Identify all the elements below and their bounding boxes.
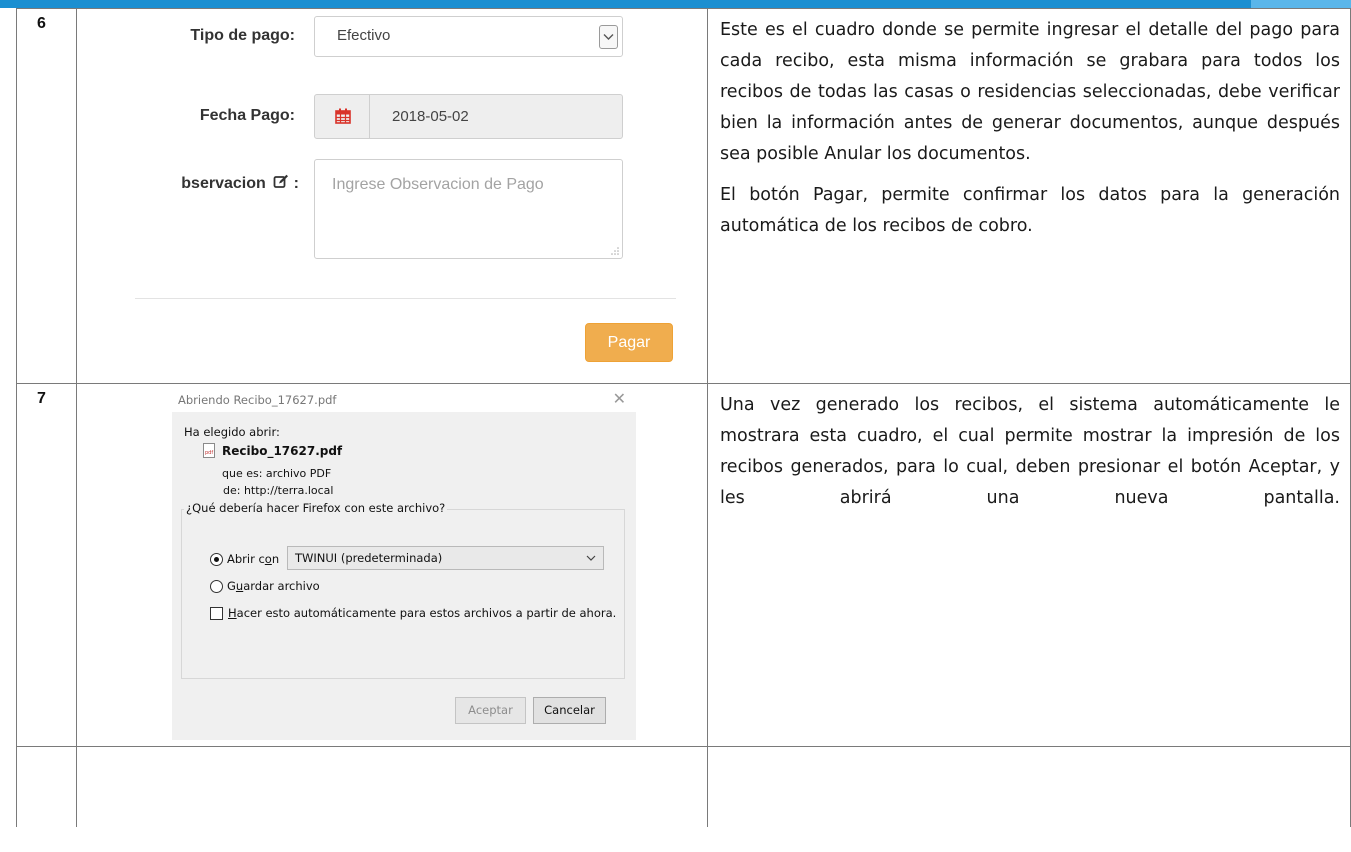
file-name: Recibo_17627.pdf xyxy=(222,444,343,458)
document-table: 6 Tipo de pago: Efectivo Fecha Pago: 201… xyxy=(16,8,1351,827)
row-number xyxy=(16,746,77,827)
payment-form: Tipo de pago: Efectivo Fecha Pago: 2018-… xyxy=(77,9,708,384)
chevron-down-icon[interactable] xyxy=(599,25,618,49)
description-paragraph: Este es el cuadro donde se permite ingre… xyxy=(720,20,1340,164)
dialog-titlebar: Abriendo Recibo_17627.pdf ✕ xyxy=(172,388,636,412)
action-group xyxy=(181,509,625,679)
edit-icon xyxy=(273,174,289,188)
app-select[interactable]: TWINUI (predeterminada) xyxy=(287,546,604,570)
description-cell: Una vez generado los recibos, el sistema… xyxy=(707,383,1351,747)
save-file-radio[interactable] xyxy=(210,580,223,593)
screenshot-cell xyxy=(76,746,708,827)
table-row: 7 Abriendo Recibo_17627.pdf ✕ Ha elegido… xyxy=(16,383,1351,747)
description-paragraph: El botón Pagar, permite confirmar los da… xyxy=(720,185,1340,236)
accept-button[interactable]: Aceptar xyxy=(455,697,526,724)
fecha-pago-value: 2018-05-02 xyxy=(392,108,469,125)
observacion-textarea[interactable]: Ingrese Observacion de Pago xyxy=(314,159,623,259)
file-type: que es: archivo PDF xyxy=(222,467,332,480)
fecha-pago-field[interactable]: 2018-05-02 xyxy=(314,94,623,139)
calendar-icon[interactable] xyxy=(315,95,370,138)
row-number: 6 xyxy=(16,8,77,384)
dialog-intro: Ha elegido abrir: xyxy=(184,425,280,439)
screenshot-cell: Tipo de pago: Efectivo Fecha Pago: 2018-… xyxy=(76,8,708,384)
pdf-file-icon: pdf xyxy=(203,443,215,458)
form-divider xyxy=(135,298,676,299)
tipo-pago-label: Tipo de pago: xyxy=(190,27,295,44)
open-with-radio[interactable] xyxy=(210,553,223,566)
page-header-bar xyxy=(0,0,1351,8)
screenshot-cell: Abriendo Recibo_17627.pdf ✕ Ha elegido a… xyxy=(76,383,708,747)
pagar-button[interactable]: Pagar xyxy=(585,323,673,362)
description-cell xyxy=(707,746,1351,827)
observacion-label-suffix: : xyxy=(293,175,299,192)
cancel-button[interactable]: Cancelar xyxy=(533,697,606,724)
open-with-label[interactable]: Abrir con xyxy=(227,552,279,566)
observacion-label: bservacion : xyxy=(119,174,299,193)
save-file-label[interactable]: Guardar archivo xyxy=(227,579,320,593)
file-source: de: http://terra.local xyxy=(223,484,334,497)
description-cell: Este es el cuadro donde se permite ingre… xyxy=(707,8,1351,384)
app-select-value: TWINUI (predeterminada) xyxy=(295,551,443,565)
observacion-label-text: bservacion xyxy=(181,175,266,192)
resize-grip-icon[interactable] xyxy=(611,247,619,255)
table-row: 6 Tipo de pago: Efectivo Fecha Pago: 201… xyxy=(16,8,1351,384)
download-dialog: Abriendo Recibo_17627.pdf ✕ Ha elegido a… xyxy=(172,388,636,740)
page-header-accent xyxy=(1251,0,1351,8)
description-paragraph: Una vez generado los recibos, el sistema… xyxy=(720,395,1340,508)
table-row xyxy=(16,746,1351,827)
close-icon[interactable]: ✕ xyxy=(613,391,626,407)
chevron-down-icon xyxy=(586,555,596,561)
observacion-placeholder: Ingrese Observacion de Pago xyxy=(332,176,544,193)
fecha-pago-label: Fecha Pago: xyxy=(199,107,295,124)
auto-action-label[interactable]: Hacer esto automáticamente para estos ar… xyxy=(228,606,616,620)
auto-action-checkbox[interactable] xyxy=(210,607,223,620)
tipo-pago-select[interactable]: Efectivo xyxy=(314,16,623,57)
action-group-legend: ¿Qué debería hacer Firefox con este arch… xyxy=(184,501,448,515)
row-number: 7 xyxy=(16,383,77,747)
tipo-pago-value: Efectivo xyxy=(337,27,391,44)
dialog-title: Abriendo Recibo_17627.pdf xyxy=(178,393,337,407)
